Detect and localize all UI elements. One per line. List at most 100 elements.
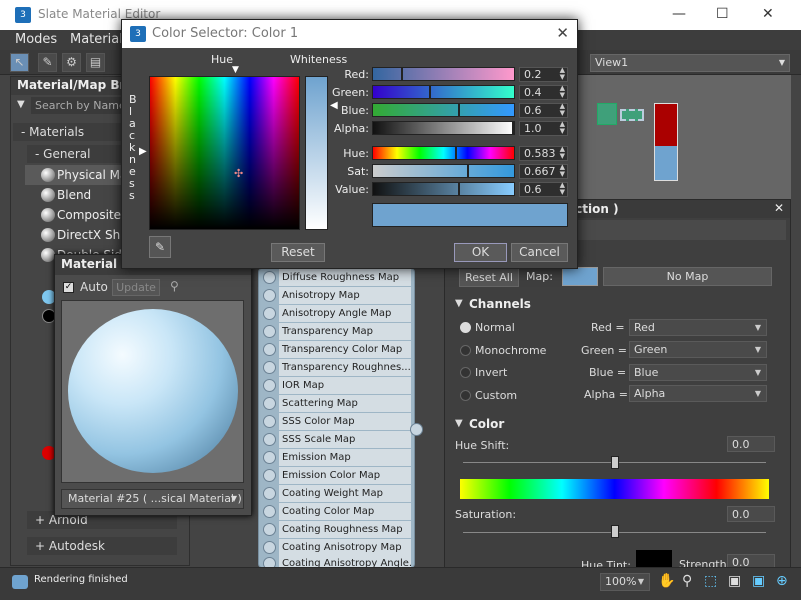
zoom-selected-icon[interactable]: ▣ (752, 573, 765, 589)
assign-tool-icon[interactable]: ▤ (86, 53, 105, 72)
node-slot[interactable]: Anisotropy Angle Map (261, 305, 411, 322)
slot-socket-icon[interactable] (263, 523, 276, 536)
slot-socket-icon[interactable] (263, 397, 276, 410)
spinner-icon[interactable]: ▲ ▼ (560, 164, 565, 178)
eyedropper-icon[interactable]: ✎ (149, 236, 171, 258)
menu-modes[interactable]: Modes (15, 32, 57, 47)
custom-radio[interactable] (460, 390, 471, 401)
slot-socket-icon[interactable] (263, 343, 276, 356)
slider-marker[interactable] (401, 67, 403, 81)
node-slot[interactable]: Coating Color Map (261, 503, 411, 520)
node-thumb-selected[interactable] (620, 109, 644, 121)
select-tool-icon[interactable]: ↖ (10, 53, 29, 72)
normal-radio[interactable] (460, 322, 471, 333)
node-slot[interactable]: Transparency Color Map (261, 341, 411, 358)
reset-button[interactable]: Reset (271, 243, 325, 262)
slot-socket-icon[interactable] (263, 415, 276, 428)
node-slot[interactable]: Coating Anisotropy Map (261, 539, 411, 556)
navigation-icon[interactable]: ⊕ (776, 573, 788, 589)
node-slot[interactable]: Transparency Map (261, 323, 411, 340)
hue-slider[interactable] (372, 146, 515, 160)
slot-socket-icon[interactable] (263, 469, 276, 482)
cancel-button[interactable]: Cancel (511, 243, 568, 262)
maximize-icon[interactable]: ☐ (716, 6, 729, 22)
render-settings-icon[interactable]: ⚲ (170, 279, 179, 293)
ok-button[interactable]: OK (454, 243, 507, 262)
layout-tool-icon[interactable]: ⚙ (62, 53, 81, 72)
material-select[interactable]: Material #25 ( ...sical Material ) ▼ (61, 489, 244, 509)
spinner-icon[interactable]: ▲ ▼ (560, 67, 565, 81)
node-slot[interactable]: Coating Weight Map (261, 485, 411, 502)
view-select[interactable]: View1 ▼ (590, 54, 790, 72)
spinner-icon[interactable]: ▲ ▼ (560, 85, 565, 99)
node-slot[interactable]: IOR Map (261, 377, 411, 394)
node-slot[interactable]: Emission Map (261, 449, 411, 466)
red-channel-select[interactable]: Red ▼ (629, 319, 767, 336)
slider-marker[interactable] (429, 85, 431, 99)
node-slot[interactable]: SSS Color Map (261, 413, 411, 430)
alpha-input[interactable]: 1.0 ▲ ▼ (519, 121, 568, 136)
slot-socket-icon[interactable] (263, 451, 276, 464)
red-slider[interactable] (372, 67, 515, 81)
hue-tint-swatch[interactable] (636, 550, 672, 568)
slot-socket-icon[interactable] (263, 325, 276, 338)
node-slot[interactable]: Coating Roughness Map (261, 521, 411, 538)
close-icon[interactable]: ✕ (774, 201, 784, 215)
zoom-extents-icon[interactable]: ▣ (728, 573, 741, 589)
sat-slider[interactable] (372, 164, 515, 178)
node-output-socket-icon[interactable] (410, 423, 423, 436)
slot-socket-icon[interactable] (263, 505, 276, 518)
slider-marker[interactable] (512, 121, 514, 135)
slot-socket-icon[interactable] (263, 271, 276, 284)
pan-hand-icon[interactable]: ✋ (658, 573, 675, 589)
green-input[interactable]: 0.4 ▲ ▼ (519, 85, 568, 100)
preview-viewport[interactable] (61, 300, 244, 483)
collapse-icon[interactable]: ▼ (455, 298, 463, 309)
zoom-region-icon[interactable]: ⬚ (704, 573, 717, 589)
slot-socket-icon[interactable] (263, 379, 276, 392)
alpha-slider[interactable] (372, 121, 515, 135)
alpha-channel-select[interactable]: Alpha ▼ (629, 385, 767, 402)
slot-socket-icon[interactable] (263, 541, 276, 554)
slot-socket-icon[interactable] (263, 289, 276, 302)
value-input[interactable]: 0.6 ▲ ▼ (519, 182, 568, 197)
saturation-input[interactable]: 0.0 (727, 506, 775, 522)
spinner-icon[interactable]: ▲ ▼ (560, 121, 565, 135)
node-slot[interactable]: SSS Scale Map (261, 431, 411, 448)
map-color-swatch[interactable] (562, 267, 598, 286)
zoom-select[interactable]: 100% ▼ (600, 573, 650, 591)
node-thumb[interactable] (597, 103, 617, 125)
node-slot[interactable]: Transparency Roughnes... (261, 359, 411, 376)
spinner-icon[interactable]: ▲ ▼ (560, 103, 565, 117)
blue-slider[interactable] (372, 103, 515, 117)
rollout-autodesk[interactable]: + Autodesk (27, 537, 177, 555)
strength-input[interactable]: 0.0 (727, 554, 775, 569)
slot-socket-icon[interactable] (263, 361, 276, 374)
slider-marker[interactable] (458, 182, 460, 196)
hue-input[interactable]: 0.583 ▲ ▼ (519, 146, 568, 161)
value-slider[interactable] (372, 182, 515, 196)
node-preview-swatch[interactable] (654, 103, 678, 181)
update-button[interactable]: Update (112, 279, 160, 296)
slot-socket-icon[interactable] (263, 307, 276, 320)
slider-marker[interactable] (458, 103, 460, 117)
node-slot[interactable]: Anisotropy Map (261, 287, 411, 304)
minimize-icon[interactable]: — (672, 6, 686, 22)
blue-channel-select[interactable]: Blue ▼ (629, 364, 767, 381)
close-icon[interactable]: ✕ (556, 24, 569, 42)
hue-pointer-icon[interactable]: ▼ (232, 65, 239, 75)
slider-marker[interactable] (455, 146, 457, 160)
picker-crosshair-icon[interactable]: ✣ (234, 167, 243, 180)
slot-socket-icon[interactable] (263, 487, 276, 500)
green-channel-select[interactable]: Green ▼ (629, 341, 767, 358)
slider-marker[interactable] (467, 164, 469, 178)
node-slot[interactable]: Scattering Map (261, 395, 411, 412)
node-slot[interactable]: Emission Color Map (261, 467, 411, 484)
sat-input[interactable]: 0.667 ▲ ▼ (519, 164, 568, 179)
spinner-icon[interactable]: ▲ ▼ (560, 146, 565, 160)
slot-socket-icon[interactable] (263, 433, 276, 446)
collapse-icon[interactable]: ▼ (455, 418, 463, 429)
material-node[interactable]: Diffuse Roughness Map Anisotropy Map Ani… (258, 268, 415, 572)
red-input[interactable]: 0.2 ▲ ▼ (519, 67, 568, 82)
no-map-button[interactable]: No Map (603, 267, 772, 286)
